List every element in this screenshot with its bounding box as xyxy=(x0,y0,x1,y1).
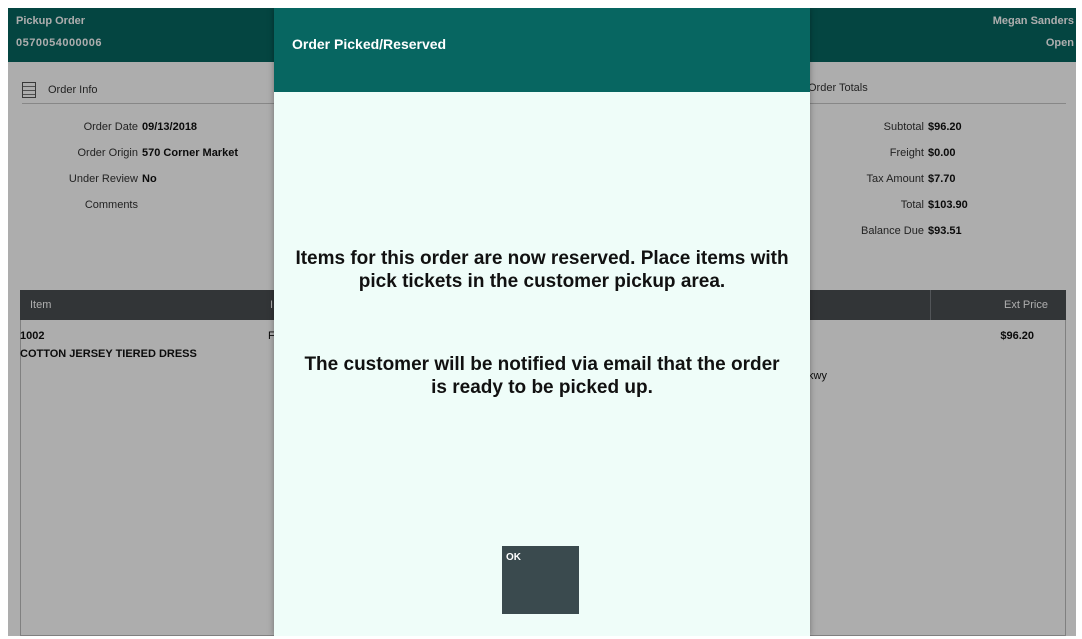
dialog-header: Order Picked/Reserved xyxy=(274,8,810,92)
ok-button[interactable]: OK xyxy=(502,546,579,614)
order-picked-dialog: Order Picked/Reserved Items for this ord… xyxy=(274,8,810,636)
ok-button-label: OK xyxy=(506,552,521,563)
app-window: Pickup Order 0570054000006 Megan Sanders… xyxy=(8,8,1076,636)
dialog-message-notify: The customer will be notified via email … xyxy=(304,354,780,398)
dialog-message-reserved: Items for this order are now reserved. P… xyxy=(295,248,789,292)
dialog-title: Order Picked/Reserved xyxy=(292,36,447,52)
